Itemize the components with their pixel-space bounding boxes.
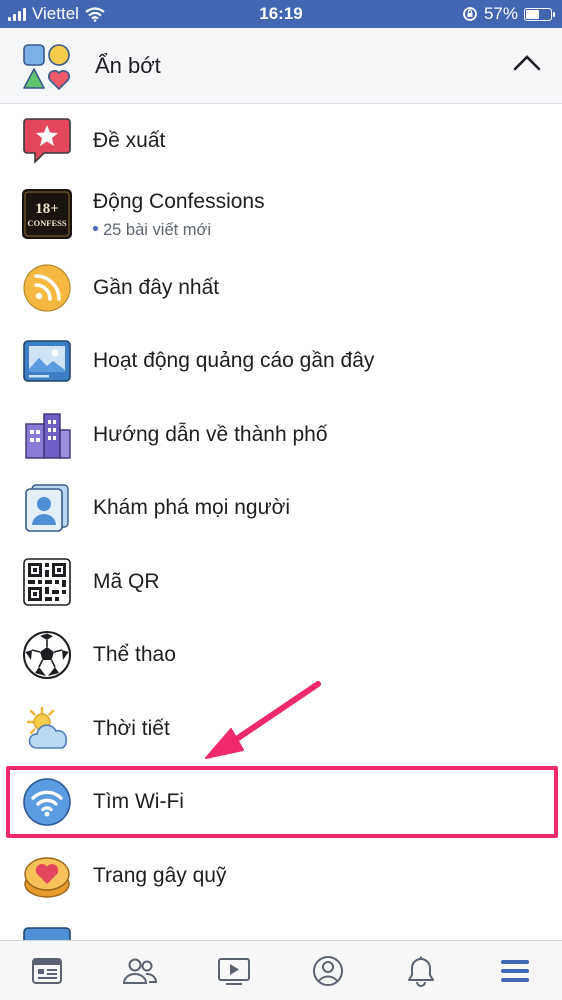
bottom-tab-bar — [0, 940, 562, 1000]
menu-item-label: Gần đây nhất — [93, 276, 220, 299]
menu-item-most-recent[interactable]: Gần đây nhất — [0, 251, 562, 324]
menu-item-sublabel: 25 bài viết mới — [93, 221, 211, 240]
menu-item-weather[interactable]: Thời tiết — [0, 692, 562, 765]
menu-item-sports[interactable]: Thể thao — [0, 618, 562, 691]
chevron-up-icon[interactable] — [512, 52, 542, 74]
see-less-section-header[interactable]: Ẩn bớt — [0, 28, 562, 104]
annotation-highlight-box — [6, 766, 558, 838]
new-posts-dot — [93, 226, 98, 232]
status-right: 57% — [462, 4, 555, 24]
menu-item-label: Khám phá mọi người — [93, 496, 291, 519]
menu-item-recent-ad-activity[interactable]: Hoạt động quảng cáo gần đây — [0, 324, 562, 397]
menu-item-label: Trang gây quỹ — [93, 864, 227, 887]
people-card-icon — [25, 484, 69, 532]
menu-icon — [501, 959, 530, 982]
menu-item-label: Thời tiết — [93, 717, 170, 740]
tab-menu[interactable] — [495, 951, 535, 991]
menu-item-discover-people[interactable]: Khám phá mọi người — [0, 471, 562, 544]
menu-item-label: Thể thao — [93, 643, 176, 666]
new-posts-count: 25 bài viết mới — [103, 221, 212, 239]
profile-icon — [312, 955, 343, 986]
avatar-text-18: 18+ — [35, 201, 59, 217]
news-feed-icon — [31, 957, 62, 984]
soccer-ball-icon — [23, 631, 71, 679]
menu-item-partial[interactable] — [0, 912, 562, 940]
city-buildings-icon — [25, 413, 71, 459]
section-title: Ẩn bớt — [95, 53, 161, 78]
friends-icon — [123, 958, 158, 984]
tab-profile[interactable] — [308, 951, 348, 991]
weather-sun-cloud-icon — [26, 706, 67, 749]
partial-item-icon — [23, 927, 71, 940]
menu-item-label: Hoạt động quảng cáo gần đây — [93, 349, 375, 372]
watch-icon — [218, 957, 251, 985]
status-bar: Viettel 16:19 57% — [0, 0, 562, 28]
menu-item-label: Hướng dẫn về thành phố — [93, 423, 328, 446]
menu-item-confessions-group[interactable]: 18+ CONFESS Động Confessions 25 bài viết… — [0, 177, 562, 250]
menu-item-label: Mã QR — [93, 570, 160, 593]
tab-friends[interactable] — [120, 951, 160, 991]
tab-notifications[interactable] — [401, 951, 441, 991]
notifications-icon — [408, 956, 435, 987]
battery-percent: 57% — [483, 4, 518, 23]
menu-item-label: Động Confessions — [93, 190, 265, 213]
shapes-icon — [23, 44, 70, 91]
rotation-lock-icon — [463, 7, 477, 21]
qr-code-icon — [23, 558, 71, 606]
fundraiser-heart-icon — [24, 857, 70, 898]
menu-item-fundraisers[interactable]: Trang gây quỹ — [0, 839, 562, 912]
menu-item-recommendations[interactable]: Đề xuất — [0, 104, 562, 177]
tab-watch[interactable] — [214, 951, 254, 991]
tab-news-feed[interactable] — [27, 951, 67, 991]
ad-image-icon — [23, 340, 71, 382]
battery-icon — [524, 7, 555, 21]
avatar-text-confess: CONFESS — [27, 218, 66, 228]
menu-item-label: Đề xuất — [93, 129, 166, 152]
confessions-group-avatar: 18+ CONFESS — [22, 189, 72, 239]
menu-item-qr-code[interactable]: Mã QR — [0, 545, 562, 618]
menu-item-city-guides[interactable]: Hướng dẫn về thành phố — [0, 398, 562, 471]
recommendation-star-icon — [23, 118, 71, 164]
rss-feed-icon — [23, 264, 71, 312]
